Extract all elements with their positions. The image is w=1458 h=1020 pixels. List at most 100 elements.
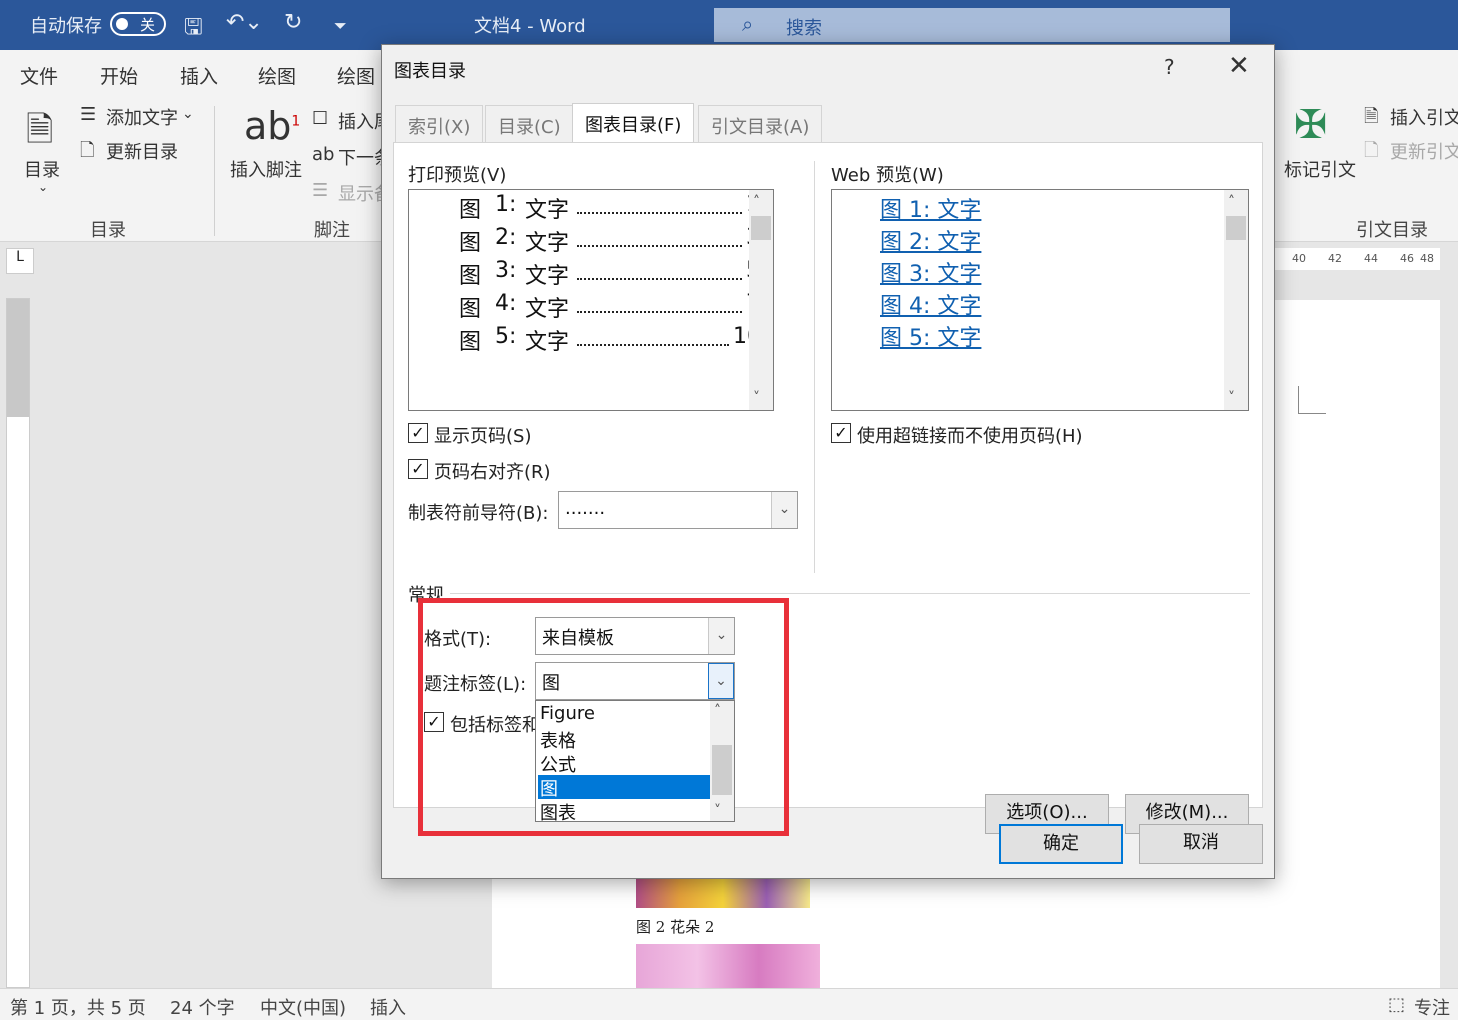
save-icon[interactable]: 🖫 [184, 10, 203, 48]
focus-icon[interactable]: ⬚ [1388, 994, 1405, 1015]
use-hyperlinks-checkbox[interactable]: ✓ [831, 423, 851, 443]
print-preview-entry: 图4:文字7 [459, 291, 760, 322]
insert-citation-icon: 🗎 [1364, 106, 1379, 127]
chevron-down-icon: ⌄ [38, 180, 49, 194]
web-preview-link[interactable]: 图 4: 文字 [880, 288, 981, 320]
entry-text: 文字 [525, 297, 570, 322]
tab-leader-value: ....... [565, 498, 606, 519]
cancel-button[interactable]: 取消 [1139, 824, 1263, 864]
show-page-numbers-label[interactable]: 显示页码(S) [434, 422, 531, 448]
search-icon: ⌕ [742, 12, 754, 36]
section-divider [450, 593, 1250, 594]
print-preview-box[interactable]: 图1:文字1图2:文字3图3:文字5图4:文字7图5:文字10 ˄ ˅ [408, 189, 774, 411]
print-preview-entry: 图2:文字3 [459, 225, 760, 256]
title-bar: 自动保存 关 🖫 ↶⌄ ↻ ⏷ 文档4 - Word ⌕ 搜索 [0, 0, 1458, 50]
tab-file[interactable]: 文件 [20, 62, 58, 89]
focus-mode[interactable]: 专注 [1414, 994, 1450, 1020]
dialog-title: 图表目录 [394, 61, 466, 82]
tab-toc[interactable]: 目录(C) [485, 105, 574, 143]
scroll-down-icon[interactable]: ˅ [753, 390, 760, 406]
tab-leader-dots [577, 278, 742, 280]
group-divider [214, 106, 215, 236]
web-preview-link[interactable]: 图 1: 文字 [880, 192, 981, 224]
tab-leader-dots [577, 344, 729, 346]
search-placeholder: 搜索 [786, 18, 822, 39]
autosave-toggle[interactable]: 关 [110, 12, 166, 36]
update-citation-table-button[interactable]: 更新引文 [1390, 138, 1458, 164]
show-page-numbers-checkbox[interactable]: ✓ [408, 423, 428, 443]
highlight-box [418, 598, 789, 836]
close-icon[interactable]: ✕ [1228, 51, 1250, 81]
entry-text: 文字 [525, 231, 570, 256]
right-align-label[interactable]: 页码右对齐(R) [434, 458, 551, 484]
citation-group-label: 引文目录 [1356, 220, 1428, 241]
tab-draw[interactable]: 绘图 [258, 62, 296, 89]
print-preview-entry: 图 5: 文字 10 [459, 324, 761, 355]
entry-prefix: 图 [459, 297, 482, 322]
word-count[interactable]: 24 个字 [170, 994, 235, 1020]
update-citation-icon: 🗋 [1364, 140, 1379, 161]
language-status[interactable]: 中文(中国) [260, 994, 346, 1020]
footnote-icon[interactable]: ab1 [244, 104, 300, 148]
insert-endnote-icon: ☐ [312, 108, 329, 129]
vertical-divider [814, 161, 815, 573]
web-preview-link[interactable]: 图 3: 文字 [880, 256, 981, 288]
web-preview-scrollbar[interactable]: ˄ ˅ [1224, 190, 1248, 410]
tab-insert[interactable]: 插入 [180, 62, 218, 89]
update-toc-button[interactable]: 更新目录 [106, 138, 178, 164]
tab-index[interactable]: 索引(X) [395, 105, 484, 143]
scroll-down-icon[interactable]: ˅ [1228, 390, 1235, 406]
undo-icon[interactable]: ↶⌄ [226, 10, 263, 35]
web-preview-link[interactable]: 图 2: 文字 [880, 224, 981, 256]
ruler-tab-selector[interactable]: L [6, 248, 34, 274]
footnote-group-label: 脚注 [314, 220, 350, 241]
toc-button[interactable]: 目录 [24, 156, 60, 182]
right-align-checkbox[interactable]: ✓ [408, 459, 428, 479]
show-notes-icon: ☰ [312, 180, 329, 201]
update-toc-icon: 🗋 [80, 140, 95, 161]
toc-icon[interactable]: 🗎 [26, 106, 53, 163]
horizontal-ruler: 40 42 44 46 48 [1270, 248, 1440, 270]
search-box[interactable]: ⌕ 搜索 [714, 8, 1230, 42]
entry-number: 5: [495, 324, 517, 349]
insert-mode[interactable]: 插入 [370, 994, 406, 1020]
web-preview-link[interactable]: 图 5: 文字 [880, 320, 981, 352]
chevron-down-icon[interactable]: ⌄ [771, 492, 797, 528]
chevron-down-icon: ⌄ [182, 106, 194, 122]
print-preview-scrollbar[interactable]: ˄ ˅ [749, 190, 773, 410]
figure-caption: 图 2 花朵 2 [636, 918, 715, 936]
print-preview-entry: 图3:文字5 [459, 258, 760, 289]
tab-table-of-authorities[interactable]: 引文目录(A) [698, 105, 823, 143]
help-button[interactable]: ? [1164, 55, 1175, 79]
entry-prefix: 图 [459, 231, 482, 256]
insert-citation-table-button[interactable]: 插入引文 [1390, 104, 1458, 130]
tab-leader-select[interactable]: ....... ⌄ [558, 491, 798, 529]
web-preview-label: Web 预览(W) [831, 165, 944, 186]
tab-leader-dots [577, 311, 742, 313]
tab-draw-2[interactable]: 绘图 [337, 62, 375, 89]
page-count[interactable]: 第 1 页，共 5 页 [10, 994, 146, 1020]
redo-icon[interactable]: ↻ [284, 10, 302, 35]
scroll-up-icon[interactable]: ˄ [1228, 194, 1235, 210]
toc-group-label: 目录 [90, 220, 126, 241]
scroll-thumb[interactable] [751, 216, 771, 240]
tab-leader-label: 制表符前导符(B): [408, 503, 549, 524]
print-preview-entry: 图1:文字1 [459, 192, 760, 223]
scroll-thumb[interactable] [1226, 216, 1246, 240]
mark-citation-icon[interactable]: ✠ [1294, 102, 1328, 148]
insert-footnote-button[interactable]: 插入脚注 [230, 156, 302, 182]
mark-citation-button[interactable]: 标记引文 [1284, 156, 1356, 182]
tab-home[interactable]: 开始 [100, 62, 138, 89]
entry-text: 文字 [525, 330, 570, 355]
customize-qat-icon[interactable]: ⏷ [334, 16, 347, 36]
web-preview-box[interactable]: 图 1: 文字图 2: 文字图 3: 文字图 4: 文字图 5: 文字 ˄ ˅ [831, 189, 1249, 411]
autosave-state: 关 [140, 16, 156, 34]
tab-table-of-figures[interactable]: 图表目录(F) [572, 103, 695, 143]
ok-button[interactable]: 确定 [999, 824, 1123, 864]
entry-prefix: 图 [459, 198, 482, 223]
entry-number: 4: [495, 291, 517, 316]
flower-image-2[interactable] [636, 944, 820, 988]
use-hyperlinks-label[interactable]: 使用超链接而不使用页码(H) [857, 422, 1083, 448]
scroll-up-icon[interactable]: ˄ [753, 194, 760, 210]
add-text-button[interactable]: 添加文字 [106, 104, 178, 130]
